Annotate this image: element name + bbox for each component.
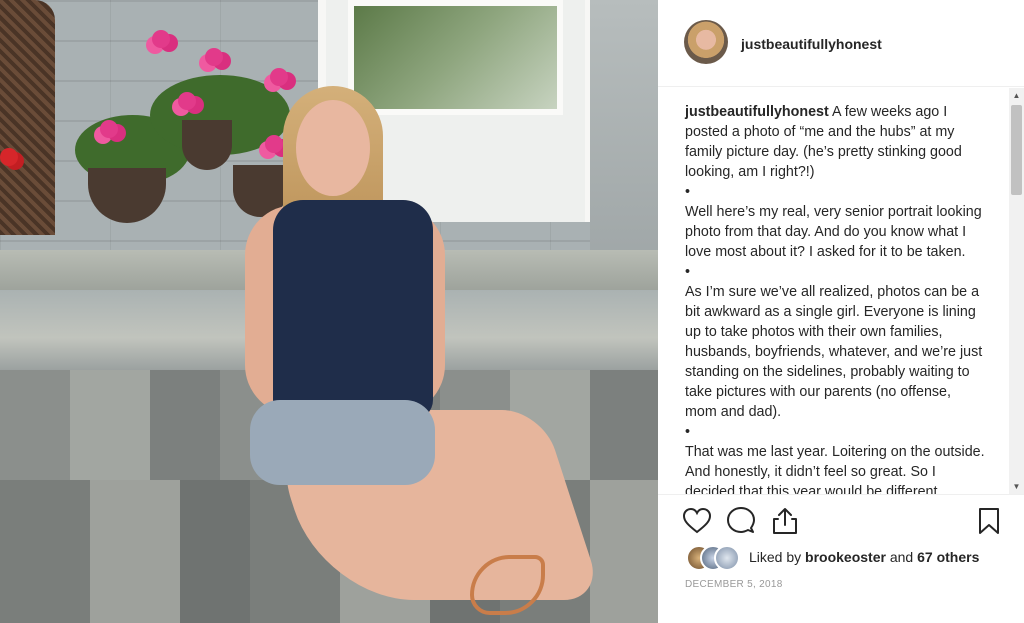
caption-username[interactable]: justbeautifullyhonest (685, 104, 829, 120)
liker-username[interactable]: brookeoster (805, 549, 886, 565)
pink-flower (152, 30, 170, 48)
liker-avatar[interactable] (714, 545, 740, 571)
share-icon[interactable] (770, 506, 800, 536)
pink-flower (270, 68, 288, 86)
avatar[interactable] (684, 20, 728, 64)
wall-trim (590, 0, 658, 270)
likes-text: Liked by brookeoster and 67 others (749, 549, 980, 565)
woman-shorts (250, 400, 435, 485)
pink-flower (100, 120, 118, 138)
caption: justbeautifullyhonest A few weeks ago I … (685, 102, 985, 495)
heart-icon[interactable] (682, 506, 712, 536)
caption-paragraph: As I’m sure we’ve all realized, photos c… (685, 284, 983, 420)
scroll-down-arrow-icon[interactable]: ▼ (1009, 479, 1024, 494)
bookmark-icon[interactable] (974, 506, 1004, 536)
comment-icon[interactable] (726, 506, 756, 536)
woman-face (296, 100, 370, 196)
woman-navy-top (273, 200, 433, 420)
pink-flower (178, 92, 196, 110)
post-actions (682, 506, 1002, 536)
door-window (348, 0, 563, 115)
scroll-up-arrow-icon[interactable]: ▲ (1009, 88, 1024, 103)
post-side-panel: justbeautifullyhonest justbeautifullyhon… (658, 0, 1024, 623)
flower-planter (182, 120, 232, 170)
post-date[interactable]: December 5, 2018 (685, 579, 783, 590)
caption-paragraph: Well here’s my real, very senior portrai… (685, 204, 982, 260)
pink-flower (265, 135, 283, 153)
post-photo[interactable] (0, 0, 658, 623)
post-username[interactable]: justbeautifullyhonest (741, 36, 882, 52)
red-flower (0, 148, 18, 166)
likes-count[interactable]: 67 others (917, 549, 979, 565)
caption-scroll-area[interactable]: justbeautifullyhonest A few weeks ago I … (658, 86, 1024, 495)
caption-paragraph: justbeautifullyhonest A few weeks ago I … (685, 104, 962, 180)
wicker-chair (0, 0, 55, 235)
likes-row: Liked by brookeoster and 67 others (686, 545, 1006, 571)
caption-bullet: • (685, 264, 691, 280)
scrollbar-thumb[interactable] (1011, 105, 1022, 195)
post-header: justbeautifullyhonest (658, 0, 1024, 87)
caption-bullet: • (685, 424, 691, 440)
pink-flower (205, 48, 223, 66)
caption-scrollbar[interactable]: ▲ ▼ (1009, 88, 1024, 494)
caption-bullet: • (685, 184, 691, 200)
caption-paragraph: That was me last year. Loitering on the … (685, 444, 985, 495)
